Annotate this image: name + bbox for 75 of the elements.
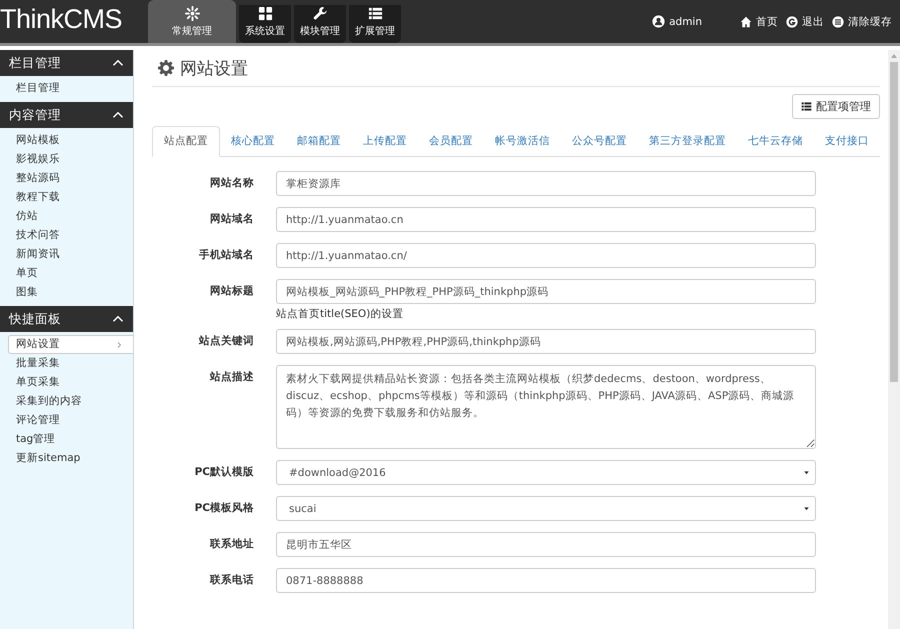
- list-icon: [832, 16, 844, 28]
- field-label: 网站域名: [210, 213, 254, 225]
- field-label: 站点关键词: [199, 335, 254, 347]
- sidebar-item[interactable]: 评论管理: [0, 411, 133, 430]
- sidebar-item[interactable]: 栏目管理: [0, 79, 133, 98]
- text-area[interactable]: 素材火下载网提供精品站长资源：包括各类主流网站模板（织梦dedecms、destoon、wordpress、discuz、ecshop、phpcms等模板）等和源码（thinkphp源码、PHP源码、JAVA源码、ASP源码、商城源码）等资源的免费下载服务和仿站服务。: [276, 365, 816, 449]
- field-label: 网站标题: [210, 285, 254, 297]
- settings-icon: [158, 60, 174, 76]
- input-field[interactable]: 网站模板_网站源码_PHP教程_PHP源码_thinkphp源码: [276, 279, 816, 304]
- list-icon: [801, 101, 812, 112]
- header-link[interactable]: 退出: [786, 14, 824, 28]
- scrollbar-thumb[interactable]: [890, 62, 898, 382]
- header-link[interactable]: 清除缓存: [832, 14, 892, 28]
- tab[interactable]: 上传配置: [352, 126, 418, 156]
- page-title: 网站设置: [180, 58, 248, 80]
- user-menu[interactable]: admin: [652, 15, 702, 28]
- sidebar-item[interactable]: 图集: [0, 283, 133, 302]
- sidebar-item[interactable]: 更新sitemap: [0, 449, 133, 468]
- tab[interactable]: 会员配置: [418, 126, 484, 156]
- sidebar-item[interactable]: 网站设置: [8, 335, 133, 354]
- field-label: 联系地址: [210, 538, 254, 550]
- nav-tab[interactable]: 系统设置: [239, 5, 291, 43]
- grid-icon: [258, 6, 272, 21]
- sidebar-item[interactable]: 新闻资讯: [0, 245, 133, 264]
- input-field[interactable]: http://1.yuanmatao.cn: [276, 207, 816, 232]
- nav-tab[interactable]: 扩展管理: [349, 5, 401, 43]
- sidebar-item[interactable]: 单页采集: [0, 373, 133, 392]
- sidebar-item[interactable]: 整站源码: [0, 169, 133, 188]
- sidebar-item[interactable]: 教程下载: [0, 188, 133, 207]
- list-icon: [368, 6, 382, 21]
- wrench-icon: [312, 6, 328, 21]
- help-text: 站点首页title(SEO)的设置: [276, 307, 404, 321]
- input-field[interactable]: 掌柜资源库: [276, 171, 816, 196]
- input-field[interactable]: 网站模板,网站源码,PHP教程,PHP源码,thinkphp源码: [276, 329, 816, 354]
- field-label: 网站名称: [210, 177, 254, 189]
- chevron-right-icon: [115, 340, 123, 348]
- sidebar-item[interactable]: 单页: [0, 264, 133, 283]
- sidebar-item[interactable]: 批量采集: [0, 354, 133, 373]
- header-link[interactable]: 首页: [740, 14, 778, 28]
- sidebar-item[interactable]: 仿站: [0, 207, 133, 226]
- tab[interactable]: 公众号配置: [561, 126, 638, 156]
- input-field[interactable]: 0871-8888888: [276, 568, 816, 593]
- input-field[interactable]: http://1.yuanmatao.cn/: [276, 243, 816, 268]
- logo: ThinkCMS: [0, 3, 124, 36]
- scroll-up-icon[interactable]: [891, 54, 897, 58]
- field-label: PC模板风格: [194, 502, 254, 514]
- home-icon: [740, 16, 752, 28]
- sidebar-section-header[interactable]: 快捷面板: [0, 306, 133, 332]
- sparkle-icon: [184, 6, 200, 21]
- sidebar-item[interactable]: 技术问答: [0, 226, 133, 245]
- tab[interactable]: 支付接口: [814, 126, 880, 156]
- sidebar-item[interactable]: tag管理: [0, 430, 133, 449]
- tab[interactable]: 七牛云存储: [737, 126, 814, 156]
- sidebar-item[interactable]: 影视娱乐: [0, 150, 133, 169]
- sidebar-item[interactable]: 网站模板: [0, 131, 133, 150]
- nav-tab[interactable]: 常规管理: [148, 0, 236, 43]
- sidebar-section-header[interactable]: 内容管理: [0, 102, 133, 128]
- user-icon: [652, 15, 666, 28]
- sidebar-section-header[interactable]: 栏目管理: [0, 50, 133, 76]
- field-label: 站点描述: [210, 371, 254, 383]
- tab[interactable]: 站点配置: [152, 126, 220, 157]
- nav-tab[interactable]: 模块管理: [294, 5, 346, 43]
- select-field[interactable]: sucai: [276, 496, 816, 521]
- tab[interactable]: 第三方登录配置: [638, 126, 737, 156]
- field-label: 联系电话: [210, 574, 254, 586]
- sidebar-item[interactable]: 采集到的内容: [0, 392, 133, 411]
- select-field[interactable]: #download@2016: [276, 460, 816, 485]
- scrollbar[interactable]: [888, 50, 900, 629]
- tab[interactable]: 邮箱配置: [286, 126, 352, 156]
- field-label: PC默认模版: [194, 466, 254, 478]
- tab[interactable]: 帐号激活信: [484, 126, 561, 156]
- input-field[interactable]: 昆明市五华区: [276, 532, 816, 557]
- field-label: 手机站域名: [199, 249, 254, 261]
- config-button[interactable]: 配置项管理: [792, 94, 880, 119]
- tab[interactable]: 核心配置: [220, 126, 286, 156]
